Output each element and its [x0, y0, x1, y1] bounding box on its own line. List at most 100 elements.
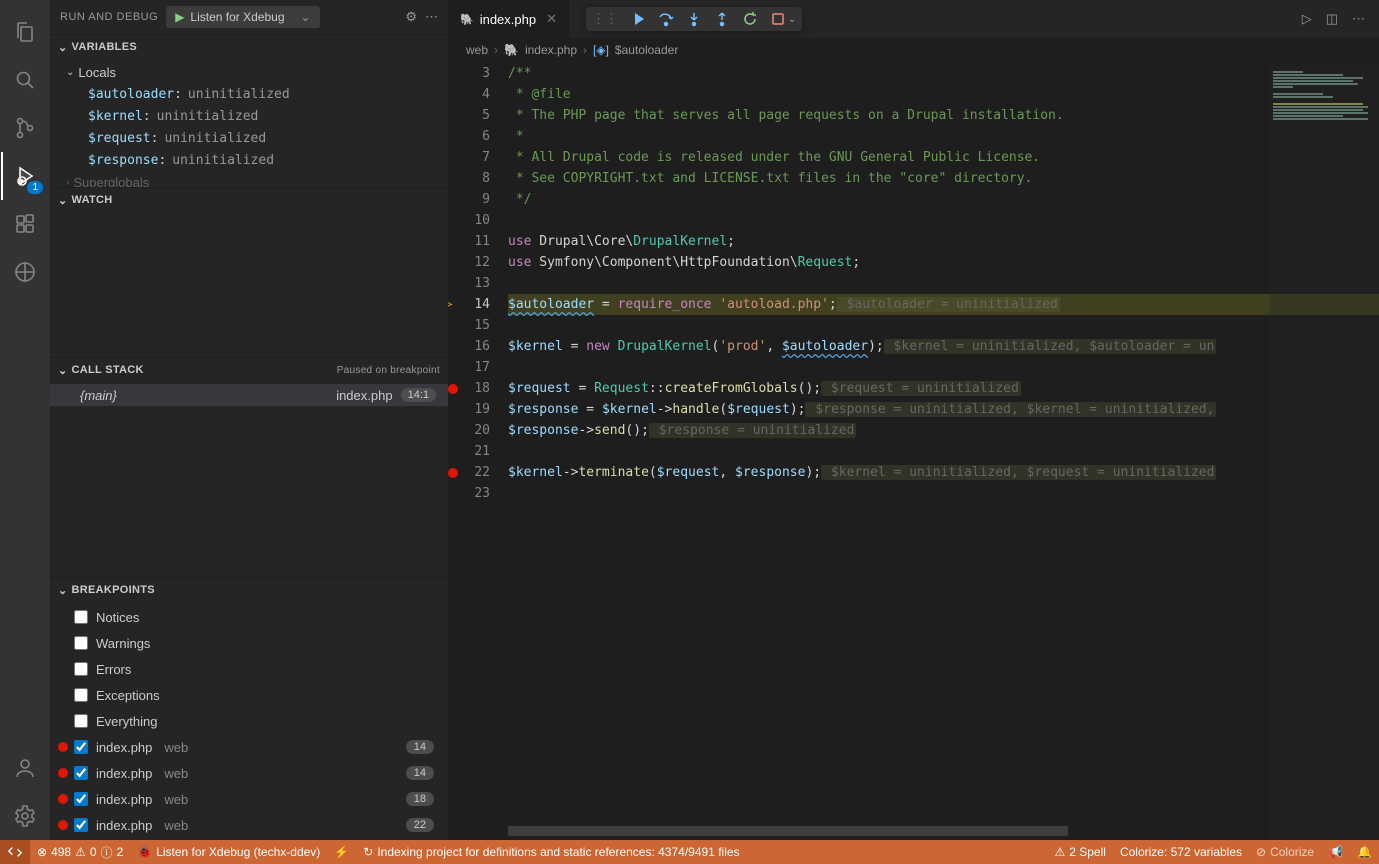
more-icon[interactable]: ⋯: [1352, 11, 1365, 27]
editor-tab[interactable]: 🐘 index.php ✕: [448, 0, 570, 38]
step-into-button[interactable]: [686, 11, 702, 27]
breakpoint-dot-icon: [58, 794, 68, 804]
bp-checkbox[interactable]: [74, 636, 88, 650]
chevron-right-icon: ›: [583, 43, 587, 57]
disable-icon: ⊘: [1256, 845, 1266, 859]
search-icon[interactable]: [1, 56, 49, 104]
bp-checkbox[interactable]: [74, 818, 88, 832]
continue-button[interactable]: [630, 11, 646, 27]
code-content[interactable]: /** * @file * The PHP page that serves a…: [508, 62, 1379, 840]
settings-icon[interactable]: [1, 792, 49, 840]
play-icon: ▶: [175, 10, 184, 24]
bp-checkbox[interactable]: [74, 610, 88, 624]
indexing-status[interactable]: ↻ Indexing project for definitions and s…: [356, 845, 746, 859]
bp-file-row[interactable]: index.phpweb18: [50, 786, 448, 812]
bp-checkbox[interactable]: [74, 766, 88, 780]
minimap[interactable]: [1269, 62, 1379, 840]
php-icon: 🐘: [460, 13, 474, 26]
variable-row[interactable]: $response:uninitialized: [50, 149, 448, 171]
breadcrumb-item[interactable]: web: [466, 43, 488, 57]
breakpoints-header[interactable]: ⌄ BREAKPOINTS: [50, 578, 448, 602]
spell-status[interactable]: ⚠ 2 Spell: [1047, 845, 1112, 859]
bp-checkbox[interactable]: [74, 714, 88, 728]
colorize-status[interactable]: Colorize: 572 variables: [1113, 845, 1249, 859]
bp-file-row[interactable]: index.phpweb14: [50, 760, 448, 786]
extensions-icon[interactable]: [1, 200, 49, 248]
chevron-down-icon: ⌄: [58, 584, 68, 597]
bp-option-row[interactable]: Exceptions: [50, 682, 448, 708]
bp-option-row[interactable]: Notices: [50, 604, 448, 630]
breadcrumb-item[interactable]: $autoloader: [615, 43, 678, 57]
debug-sidebar: RUN AND DEBUG ▶ Listen for Xdebug ⌄ ⚙ ⋯ …: [50, 0, 448, 840]
breakpoint-dot-icon: [58, 768, 68, 778]
variable-row[interactable]: $autoloader:uninitialized: [50, 83, 448, 105]
step-over-button[interactable]: [658, 11, 674, 27]
superglobals-group[interactable]: › Superglobals: [50, 171, 448, 187]
horizontal-scrollbar[interactable]: [508, 826, 1068, 836]
chevron-down-icon: ⌄: [66, 67, 74, 78]
bp-file-row[interactable]: index.phpweb14: [50, 734, 448, 760]
line-gutter[interactable]: 34567891011121314▷151617181920212223: [448, 62, 508, 840]
close-icon[interactable]: ✕: [546, 11, 557, 27]
remote-icon[interactable]: [1, 248, 49, 296]
variable-row[interactable]: $kernel:uninitialized: [50, 105, 448, 127]
bp-checkbox[interactable]: [74, 688, 88, 702]
bp-checkbox[interactable]: [74, 662, 88, 676]
breakpoint-dot-icon: [58, 742, 68, 752]
variables-header[interactable]: ⌄ VARIABLES: [50, 35, 448, 59]
bell-icon[interactable]: 🔔: [1350, 845, 1379, 859]
source-control-icon[interactable]: [1, 104, 49, 152]
bp-checkbox[interactable]: [74, 740, 88, 754]
bp-option-row[interactable]: Errors: [50, 656, 448, 682]
stop-button[interactable]: ⌄: [770, 11, 796, 27]
gear-icon[interactable]: ⚙: [405, 9, 417, 25]
split-editor-icon[interactable]: ◫: [1326, 11, 1338, 27]
variable-row[interactable]: $request:uninitialized: [50, 127, 448, 149]
debug-toolbar[interactable]: ⋮⋮ ⌄: [586, 7, 802, 31]
watch-section: ⌄ WATCH: [50, 187, 448, 357]
debug-icon: 🐞: [137, 845, 152, 859]
watch-header[interactable]: ⌄ WATCH: [50, 188, 448, 212]
variables-section: ⌄ VARIABLES ⌄ Locals $autoloader:uniniti…: [50, 34, 448, 187]
warning-icon: ⚠: [1054, 845, 1065, 859]
sidebar-header: RUN AND DEBUG ▶ Listen for Xdebug ⌄ ⚙ ⋯: [50, 0, 448, 34]
explorer-icon[interactable]: [1, 8, 49, 56]
lightning-icon: ⚡: [334, 845, 349, 859]
grip-icon[interactable]: ⋮⋮: [592, 11, 618, 27]
debug-badge: 1: [27, 181, 43, 194]
bp-checkbox[interactable]: [74, 792, 88, 806]
locals-group[interactable]: ⌄ Locals: [50, 61, 448, 83]
run-icon[interactable]: ▷: [1302, 11, 1312, 27]
debug-config-dropdown[interactable]: ▶ Listen for Xdebug ⌄: [166, 6, 319, 28]
breadcrumb-item[interactable]: index.php: [525, 43, 577, 57]
bp-file-row[interactable]: index.phpweb22: [50, 812, 448, 838]
php-icon: 🐘: [504, 43, 519, 57]
tab-label: index.php: [480, 12, 536, 27]
run-debug-icon[interactable]: 1: [1, 152, 49, 200]
chevron-down-icon: ⌄: [58, 194, 68, 207]
activity-bar: 1: [0, 0, 50, 840]
bp-option-row[interactable]: Everything: [50, 708, 448, 734]
problems-button[interactable]: ⊗498 ⚠0 ⓘ2: [30, 844, 130, 861]
step-out-button[interactable]: [714, 11, 730, 27]
debug-config-label: Listen for Xdebug: [190, 10, 284, 24]
sync-icon: ↻: [363, 845, 373, 859]
editor-body[interactable]: 34567891011121314▷151617181920212223 /**…: [448, 62, 1379, 840]
lightning-button[interactable]: ⚡: [327, 845, 356, 859]
feedback-icon[interactable]: 📢: [1321, 845, 1350, 859]
callstack-header[interactable]: ⌄ CALL STACK Paused on breakpoint: [50, 358, 448, 382]
paused-status: Paused on breakpoint: [337, 365, 440, 376]
account-icon[interactable]: [1, 744, 49, 792]
more-icon[interactable]: ⋯: [425, 9, 438, 25]
info-icon: ⓘ: [101, 844, 113, 861]
stack-frame[interactable]: {main}index.php14:1: [50, 384, 448, 406]
breakpoint-dot-icon: [58, 820, 68, 830]
variable-icon: [◈]: [593, 43, 609, 57]
restart-button[interactable]: [742, 11, 758, 27]
remote-button[interactable]: [0, 840, 30, 864]
chevron-right-icon: ›: [494, 43, 498, 57]
colorize-button[interactable]: ⊘ Colorize: [1249, 845, 1321, 859]
breadcrumb[interactable]: web › 🐘 index.php › [◈] $autoloader: [448, 38, 1379, 62]
bp-option-row[interactable]: Warnings: [50, 630, 448, 656]
debug-status[interactable]: 🐞 Listen for Xdebug (techx-ddev): [130, 845, 327, 859]
